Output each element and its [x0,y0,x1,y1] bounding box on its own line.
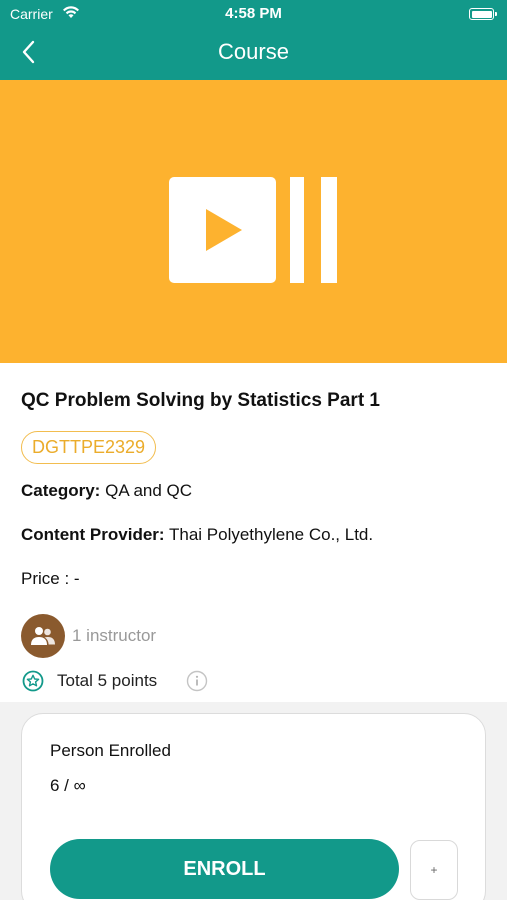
add-button[interactable]: + [410,840,458,900]
video-play-icon [169,177,337,283]
provider-row: Content Provider: Thai Polyethylene Co.,… [21,525,373,545]
category-label: Category: [21,481,101,500]
info-icon[interactable] [186,670,208,692]
navigation-bar: Course [0,28,507,80]
instructor-count: 1 instructor [72,626,157,645]
status-bar: Carrier 4:58 PM [0,0,507,28]
course-cover [0,80,507,363]
category-value: QA and QC [105,481,193,500]
clock: 4:58 PM [225,5,282,22]
provider-label: Content Provider: [21,525,165,544]
battery-icon [469,8,497,20]
course-code-badge: DGTTPE2329 [21,431,157,464]
star-badge-icon [22,670,44,692]
total-points: Total 5 points [57,671,158,690]
category-row: Category: QA and QC [21,481,192,501]
enroll-button[interactable]: ENROLL [50,839,399,899]
provider-value: Thai Polyethylene Co., Ltd. [168,525,374,544]
course-title: QC Problem Solving by Statistics Part 1 [21,390,380,411]
page-title: Course [218,39,289,64]
enrolled-count: 6 / ∞ [50,776,86,795]
instructor-avatar[interactable] [21,614,65,658]
people-icon [31,627,55,645]
enrolled-label: Person Enrolled [50,741,171,760]
price-row: Price : - [21,569,80,588]
